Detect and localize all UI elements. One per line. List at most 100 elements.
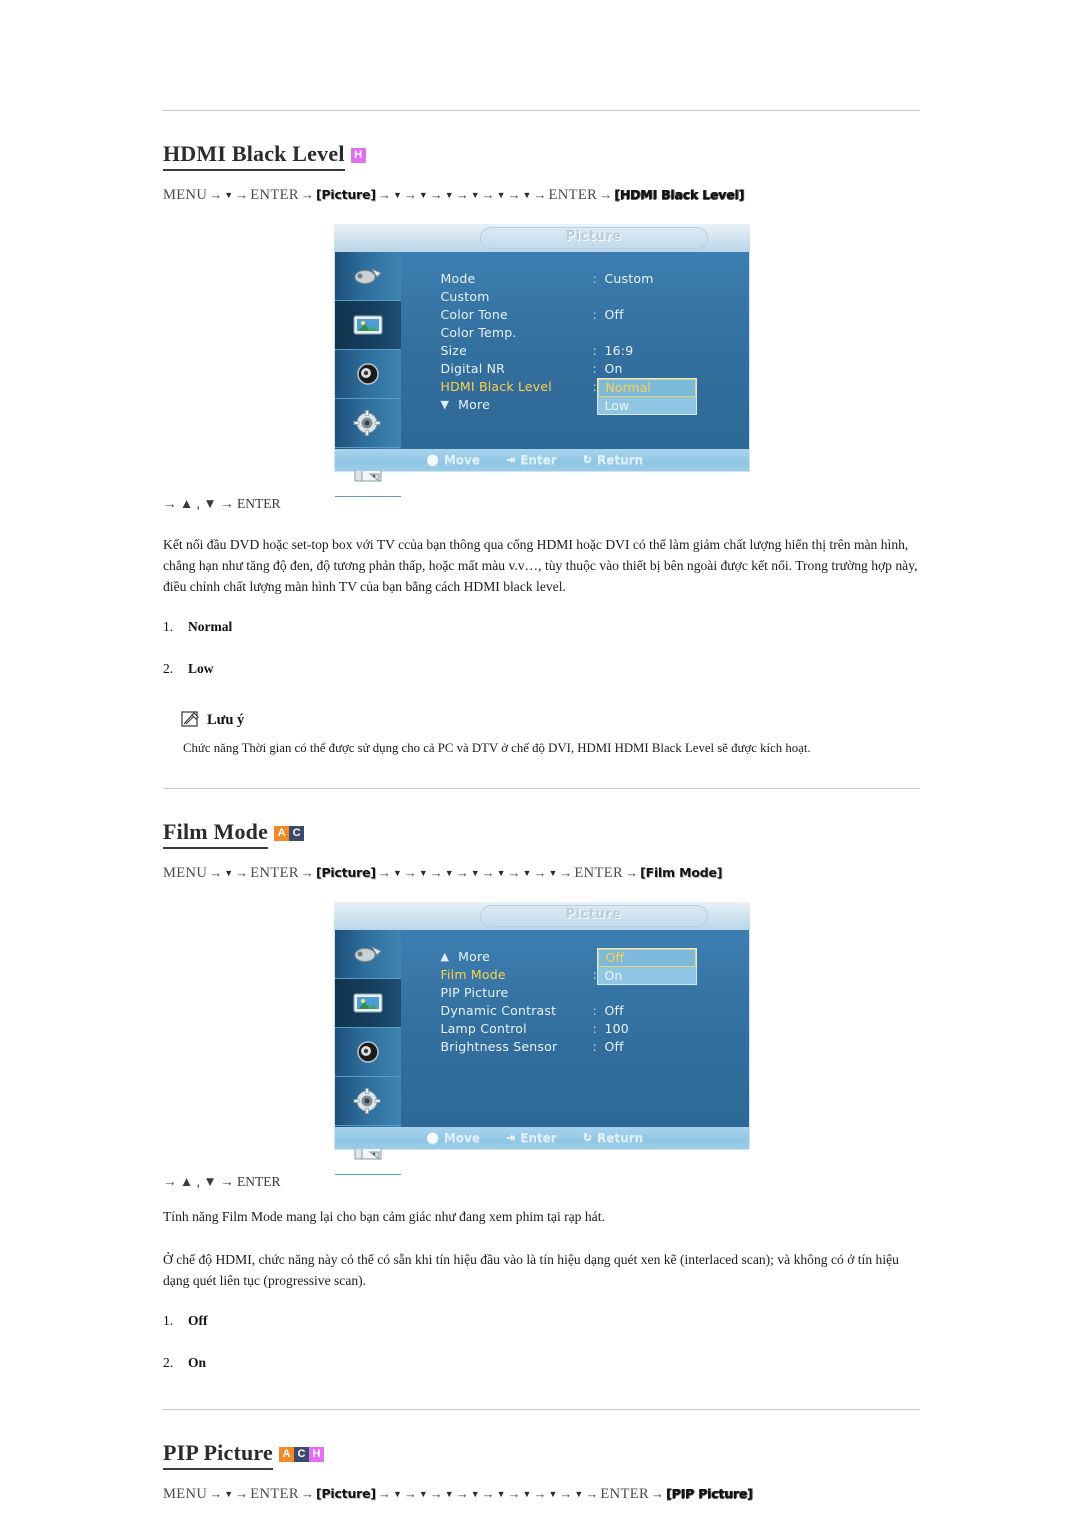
osd-row-value: Off [604, 307, 624, 323]
list-item-number: 1. [163, 1312, 174, 1328]
section-hdmi-black-level-header: HDMI Black Level H [163, 141, 920, 172]
document-page: HDMI Black Level H MENU → ▼ → ENTER → [Picture]… [0, 0, 1080, 1527]
osd-row[interactable]: Mode: Custom [441, 270, 739, 288]
osd-popup-hdmi-black-level[interactable]: Normal Low [596, 377, 697, 415]
setup-gear-icon [352, 1087, 384, 1114]
badge-h: H [350, 147, 366, 163]
menu-path-enter-1: ENTER [250, 1486, 299, 1503]
osd-footer-return[interactable]: ↻ Return [583, 453, 643, 467]
osd-sidebar-item-setup[interactable] [334, 1077, 401, 1126]
menu-path-enter-2: ENTER [600, 1486, 650, 1503]
nav-line-film-mode: → ▲ , ▼ → ENTER [163, 1173, 281, 1189]
return-icon: ↻ [582, 1131, 592, 1145]
osd-footer-move[interactable]: ⬤ Move [427, 453, 480, 467]
page-title-hdmi-black-level: HDMI Black Level [163, 141, 345, 172]
list-item: 1. Normal [163, 619, 920, 635]
note-pencil-icon [181, 711, 201, 730]
badge-h: H [308, 1446, 324, 1462]
move-icon: ⬤ [426, 1131, 439, 1145]
list-item: 2. Low [163, 661, 920, 677]
picture-icon [351, 313, 385, 337]
badge-a: A [274, 825, 290, 841]
menu-path-picture-label: [Picture] [315, 187, 376, 203]
list-item-number: 2. [163, 1354, 174, 1370]
note-header: Lưu ý [163, 711, 920, 730]
osd-row[interactable]: Digital NR: On [441, 360, 739, 378]
osd-panel: Picture [333, 223, 750, 497]
return-icon: ↻ [582, 453, 592, 467]
osd-row[interactable]: Custom [441, 288, 739, 306]
osd-main-area: Mode: Custom Custom Color Tone: Off Color … [400, 251, 749, 450]
osd-sidebar-item-picture[interactable] [334, 300, 401, 350]
osd-row-label: Digital NR [440, 361, 506, 377]
osd-row-label: Color Tone [440, 307, 508, 323]
osd-footer-move[interactable]: ⬤ Move [427, 1131, 480, 1145]
osd-row-label: More [458, 949, 490, 965]
picture-icon [351, 991, 385, 1015]
osd-popup-item-selected[interactable]: Normal [597, 378, 696, 397]
osd-panel: Picture [333, 901, 750, 1175]
move-icon: ⬤ [426, 453, 439, 467]
paragraph-film-mode-1: Tính năng Film Mode mang lại cho bạn cảm… [163, 1208, 605, 1224]
osd-sidebar [334, 929, 401, 1175]
osd-popup-film-mode[interactable]: Off On [596, 947, 697, 985]
menu-path-film-mode: MENU → ▼ → ENTER → [Picture] → ▼ → ▼ → ▼ → ▼ → ▼ → ▼ → ▼ → ENT… [163, 865, 723, 882]
osd-row-label: Mode [440, 271, 476, 287]
osd-row[interactable]: Brightness Sensor: Off [441, 1038, 739, 1056]
osd-popup-item-selected[interactable]: Off [597, 948, 696, 967]
osd-sidebar-item-sound[interactable] [334, 1028, 401, 1077]
section-pip-picture-header: PIP Picture A C H [163, 1440, 920, 1471]
menu-path-target-label: [PIP Picture] [666, 1486, 753, 1502]
list-item: 2. On [163, 1355, 920, 1371]
osd-sidebar-item-picture[interactable] [334, 978, 401, 1028]
option-list-hdmi: 1. Normal 2. Low [163, 619, 920, 677]
menu-path-target-label: [HDMI Black Level] [614, 187, 744, 203]
badge-group-hdmi: H [350, 146, 366, 164]
osd-sidebar-item-input-source[interactable] [334, 930, 401, 979]
input-source-icon [351, 942, 385, 966]
menu-path-enter-1: ENTER [250, 187, 299, 204]
input-source-icon [351, 264, 385, 288]
list-item-number: 1. [163, 618, 174, 634]
page-title-pip-picture: PIP Picture [163, 1440, 273, 1471]
osd-screenshot-film-mode: Picture ▲ More Film Mode: PIP Picture D… [163, 901, 920, 1175]
menu-path-pip-picture: MENU → ▼ → ENTER → [Picture] → ▼ → ▼ → ▼ → ▼ → ▼ → ▼ → ▼ → ▼ → E… [163, 1486, 753, 1503]
section-divider-2 [163, 1408, 920, 1410]
page-content: HDMI Black Level H MENU → ▼ → ENTER → [Picture]… [163, 0, 920, 1504]
menu-path-prefix: MENU [163, 187, 208, 204]
enter-icon: ⇥ [505, 1131, 516, 1145]
page-title-film-mode: Film Mode [163, 819, 269, 850]
menu-path-prefix: MENU [163, 865, 208, 882]
osd-footer-enter[interactable]: ⇥ Enter [506, 453, 557, 467]
osd-title: Picture [565, 906, 622, 922]
menu-path-hdmi-black-level: MENU → ▼ → ENTER → [Picture] → ▼ → ▼ → ▼ → ▼ → ▼ → ▼ → ENTER… [163, 187, 744, 204]
osd-row[interactable]: PIP Picture [441, 984, 739, 1002]
menu-path-enter-2: ENTER [548, 187, 598, 204]
osd-row[interactable]: Dynamic Contrast: Off [441, 1002, 739, 1020]
osd-row[interactable]: Lamp Control:100 [441, 1020, 739, 1038]
osd-sidebar-item-sound[interactable] [334, 350, 401, 399]
osd-sidebar-item-setup[interactable] [334, 399, 401, 448]
osd-footer-return[interactable]: ↻ Return [583, 1131, 643, 1145]
option-list-film-mode: 1. Off 2. On [163, 1313, 920, 1371]
menu-path-enter-1: ENTER [250, 865, 299, 882]
badge-c: C [289, 825, 305, 841]
setup-gear-icon [352, 409, 384, 436]
osd-footer-bar: ⬤ Move ⇥ Enter ↻ Return [334, 1126, 749, 1149]
osd-popup-item[interactable]: On [598, 967, 696, 984]
section-film-mode-header: Film Mode A C [163, 819, 920, 850]
osd-title: Picture [565, 228, 622, 244]
osd-row[interactable]: Color Temp. [441, 324, 739, 342]
osd-row-label: Lamp Control [440, 1021, 527, 1037]
nav-line-hdmi: → ▲ , ▼ → ENTER [163, 495, 281, 511]
osd-footer-enter[interactable]: ⇥ Enter [506, 1131, 557, 1145]
enter-icon: ⇥ [505, 453, 516, 467]
osd-row[interactable]: Color Tone: Off [441, 306, 739, 324]
list-item-number: 2. [163, 660, 174, 676]
osd-main-area: ▲ More Film Mode: PIP Picture Dynamic Con… [400, 929, 749, 1128]
osd-popup-item[interactable]: Low [598, 397, 696, 414]
paragraph-film-mode-2: Ở chế độ HDMI, chức năng này có thể có s… [163, 1251, 899, 1288]
osd-sidebar-item-input-source[interactable] [334, 252, 401, 301]
section-divider-1 [163, 787, 920, 789]
osd-row[interactable]: Size:16:9 [441, 342, 739, 360]
